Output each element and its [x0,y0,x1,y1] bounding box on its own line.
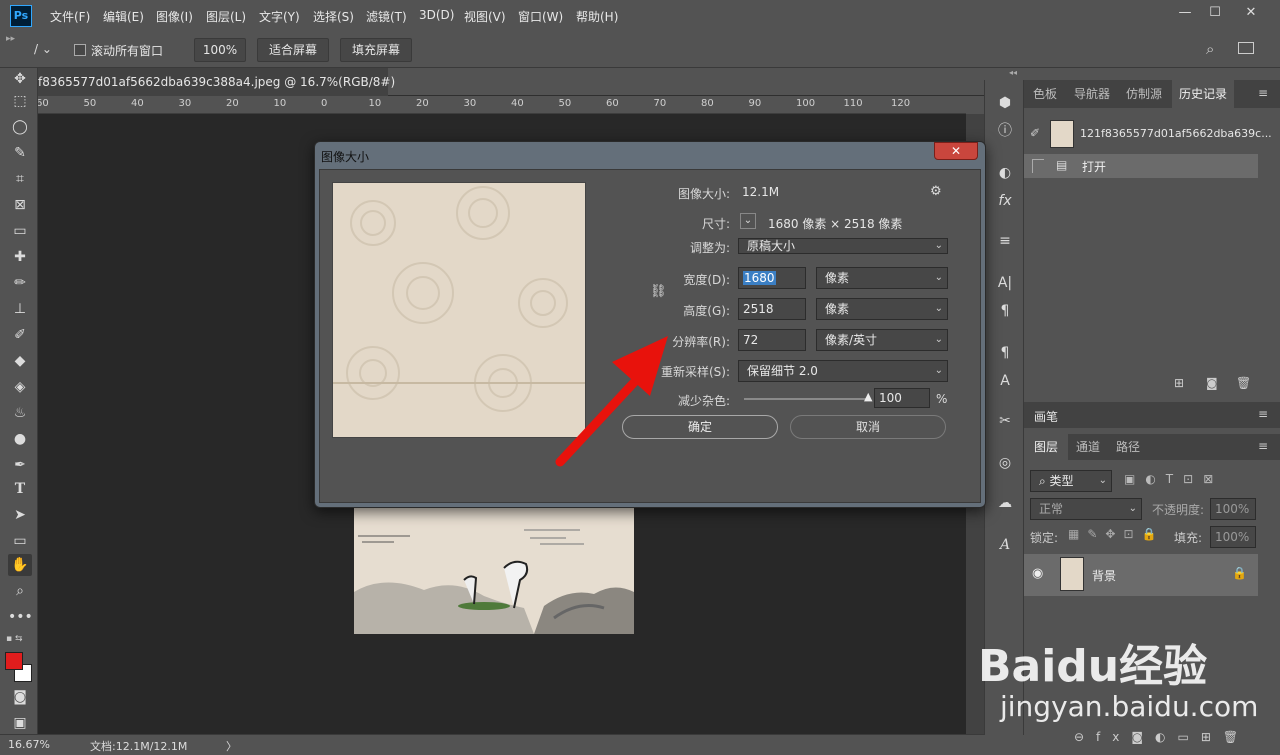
annotation-arrow-shaft [555,371,645,467]
annotation-arrow-head [612,336,668,396]
annotation-arrow [555,336,668,467]
